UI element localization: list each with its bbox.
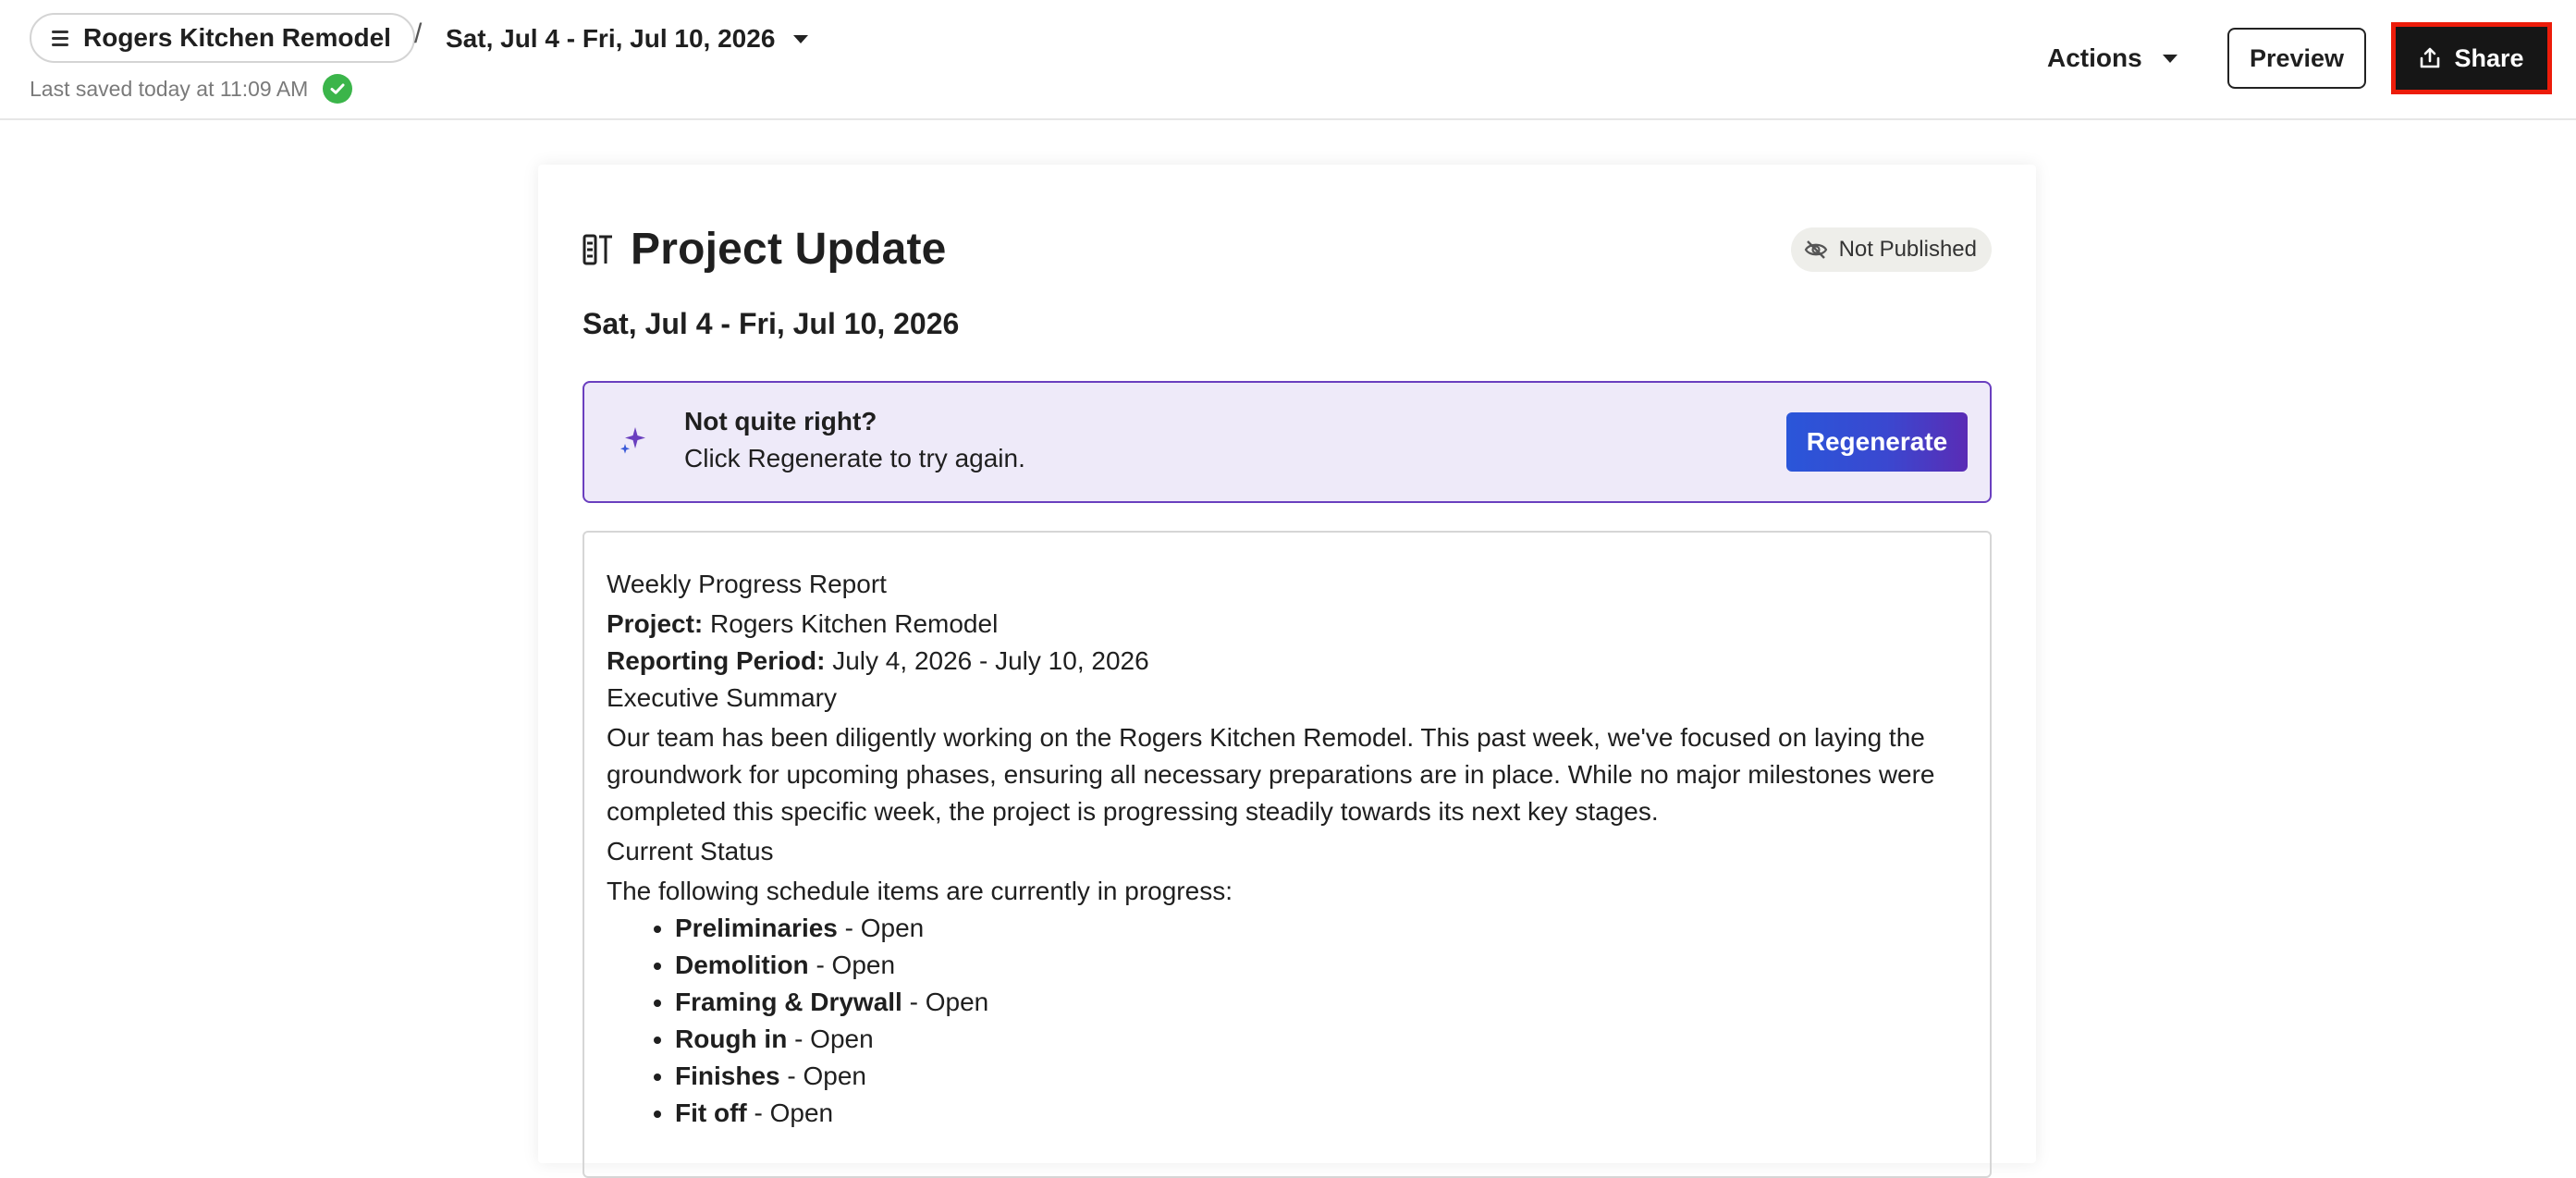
banner-subtitle: Click Regenerate to try again. <box>684 444 1025 472</box>
project-menu-button[interactable]: Rogers Kitchen Remodel <box>30 13 415 63</box>
check-circle-icon <box>323 74 353 104</box>
project-update-card: Project Update Not Published Sat, Jul 4 … <box>538 165 2036 1178</box>
summary-text: Our team has been diligently working on … <box>607 723 1935 826</box>
regenerate-button[interactable]: Regenerate <box>1786 412 1968 472</box>
eye-off-icon <box>1804 240 1827 259</box>
item-status: - Open <box>794 1025 874 1053</box>
date-range-dropdown[interactable]: Sat, Jul 4 - Fri, Jul 10, 2026 <box>446 18 809 59</box>
report-icon <box>583 234 612 264</box>
share-button-highlight: Share <box>2391 22 2552 94</box>
item-name: Finishes <box>675 1061 780 1090</box>
breadcrumb-separator: / <box>414 18 423 49</box>
page-title: Project Update <box>631 225 947 274</box>
item-status: - Open <box>816 951 896 979</box>
item-name: Framing & Drywall <box>675 988 902 1016</box>
list-item: Finishes - Open <box>675 1058 1968 1095</box>
item-name: Preliminaries <box>675 914 838 942</box>
schedule-items-list: Preliminaries - Open Demolition - Open F… <box>607 910 1968 1132</box>
list-item: Preliminaries - Open <box>675 910 1968 947</box>
save-status: Last saved today at 11:09 AM <box>30 74 353 104</box>
regenerate-banner: Not quite right? Click Regenerate to try… <box>583 381 1992 503</box>
top-header: Rogers Kitchen Remodel / Sat, Jul 4 - Fr… <box>0 0 2576 120</box>
project-line: Project: Rogers Kitchen Remodel <box>607 606 1968 643</box>
item-name: Rough in <box>675 1025 788 1053</box>
list-item: Rough in - Open <box>675 1021 1968 1058</box>
project-value: Rogers Kitchen Remodel <box>710 609 999 638</box>
report-editor[interactable]: Weekly Progress Report Project: Rogers K… <box>583 531 1992 1178</box>
status-intro: The following schedule items are current… <box>607 877 1233 905</box>
summary-heading: Executive Summary <box>607 683 837 712</box>
status-heading: Current Status <box>607 837 774 865</box>
item-status: - Open <box>787 1061 866 1090</box>
status-badge-label: Not Published <box>1838 237 1977 262</box>
item-status: - Open <box>754 1098 834 1127</box>
status-badge: Not Published <box>1790 227 1992 272</box>
chevron-down-icon <box>793 34 809 43</box>
item-name: Fit off <box>675 1098 747 1127</box>
share-label: Share <box>2454 43 2524 72</box>
share-icon <box>2421 47 2440 68</box>
last-saved-text: Last saved today at 11:09 AM <box>30 76 309 101</box>
title-row: Project Update <box>583 224 947 275</box>
period-label: Reporting Period: <box>607 646 826 675</box>
actions-dropdown[interactable]: Actions <box>2047 37 2177 80</box>
item-status: - Open <box>909 988 989 1016</box>
item-name: Demolition <box>675 951 809 979</box>
sparkle-icon <box>620 427 645 454</box>
date-range-label: Sat, Jul 4 - Fri, Jul 10, 2026 <box>446 24 776 53</box>
item-status: - Open <box>844 914 925 942</box>
list-item: Demolition - Open <box>675 947 1968 984</box>
chevron-down-icon <box>2162 54 2177 63</box>
list-item: Framing & Drywall - Open <box>675 984 1968 1021</box>
project-label: Project: <box>607 609 704 638</box>
banner-title: Not quite right? <box>684 407 877 436</box>
list-item: Fit off - Open <box>675 1095 1968 1132</box>
preview-button[interactable]: Preview <box>2227 28 2366 89</box>
period-value: July 4, 2026 - July 10, 2026 <box>832 646 1149 675</box>
actions-label: Actions <box>2047 43 2142 72</box>
period-line: Reporting Period: July 4, 2026 - July 10… <box>607 643 1968 680</box>
share-button[interactable]: Share <box>2396 27 2547 90</box>
project-name: Rogers Kitchen Remodel <box>83 23 391 52</box>
report-date-range: Sat, Jul 4 - Fri, Jul 10, 2026 <box>583 307 960 340</box>
menu-icon <box>52 30 68 46</box>
report-heading: Weekly Progress Report <box>607 570 887 598</box>
